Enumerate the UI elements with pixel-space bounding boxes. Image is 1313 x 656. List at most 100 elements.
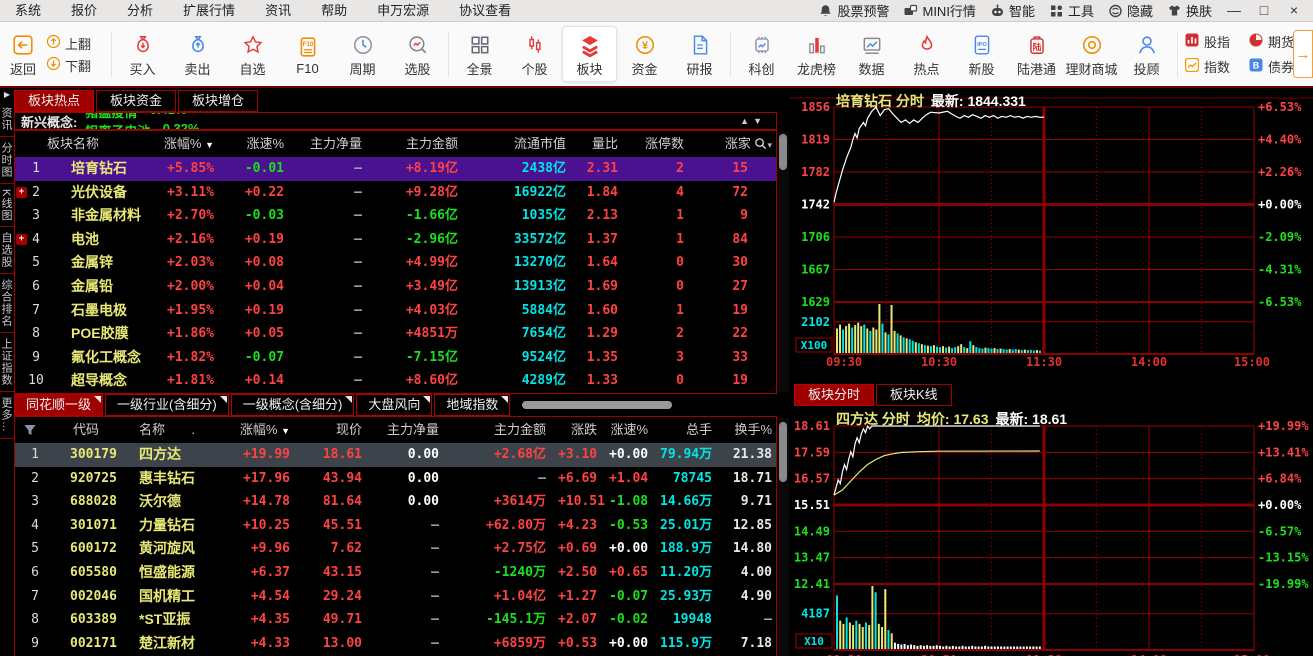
column-header-涨速%[interactable]: 涨速% [226,131,296,157]
expand-icon[interactable]: + [16,187,27,198]
menu-item-0[interactable]: 系统 [0,0,56,21]
toolbar-F10-button[interactable]: F10F10 [280,26,335,82]
column-header-主力金额[interactable]: 主力金额 [374,131,470,157]
toolbar-理财商城-button[interactable]: 理财商城 [1064,26,1119,82]
ticker-item-1[interactable]: 猪瘟疫情-0.41% [85,112,199,121]
expand-icon[interactable]: + [16,234,27,245]
table-row[interactable]: 6金属铅+2.00%+0.04–+3.49亿13913亿1.69027 [15,275,776,299]
menu-item-6[interactable]: 申万宏源 [362,0,444,21]
column-header-2[interactable]: 名称 . [119,417,207,443]
tab-同花顺一级[interactable]: 同花顺一级 [14,394,103,416]
column-header-量比[interactable]: 量比 [578,131,630,157]
tab-板块资金[interactable]: 板块资金 [96,90,176,112]
table-row[interactable]: 1培育钻石+5.85%-0.01–+8.19亿2438亿2.31215 [15,157,776,181]
sidebar-item-5[interactable]: 上证指数 [0,333,14,392]
menu-item-4[interactable]: 资讯 [250,0,306,21]
toolbar-研报-button[interactable]: 研报 [672,26,727,82]
column-header-流通市值[interactable]: 流通市值 [470,131,578,157]
sidebar-item-4[interactable]: 综合排名 [0,274,14,333]
menubar-robot-button[interactable]: 智能 [983,1,1042,20]
tab-板块热点[interactable]: 板块热点 [14,90,94,112]
menubar-skin-button[interactable]: 换肤 [1160,1,1219,20]
toolbar-全景-button[interactable]: 全景 [452,26,507,82]
minimize-button[interactable]: — [1219,0,1249,21]
table-row[interactable]: 3非金属材料+2.70%-0.03–-1.66亿1035亿2.1319 [15,204,776,228]
menubar-bell-button[interactable]: 股票预警 [811,1,896,20]
ticker-arrows[interactable]: ▲▼ [740,116,776,126]
menu-item-1[interactable]: 报价 [56,0,112,21]
table-row[interactable]: 8603389*ST亚振+4.3549.71–-145.1万+2.07-0.02… [15,608,776,632]
table-row[interactable]: 8POE胶膜+1.86%+0.05–+4851万7654亿1.29222 [15,322,776,346]
column-header-主力净量[interactable]: 主力净量 [296,131,374,157]
column-header-5[interactable]: 主力净量 [374,417,451,443]
toolbar-资金-button[interactable]: ¥资金 [617,26,672,82]
column-header-6[interactable]: 主力金额 [451,417,558,443]
table-row[interactable]: 2920725惠丰钻石+17.9643.940.00–+6.69+1.04787… [15,467,776,491]
column-header-3[interactable]: 涨幅% ▼ [207,417,302,443]
toolbar-卖出-button[interactable]: 卖出 [170,26,225,82]
column-header-10[interactable]: 换手% [724,417,777,443]
back-button[interactable]: 返回 [0,26,46,82]
tab-地域指数[interactable]: 地域指数 [434,394,510,416]
menubar-apps-button[interactable]: 工具 [1042,1,1101,20]
sidebar-item-0[interactable]: 资讯 [0,102,14,137]
stock-scrollbar-thumb[interactable] [779,422,787,482]
toolbar-expand-arrow-icon[interactable]: → [1293,30,1313,78]
column-header-8[interactable]: 涨速% [609,417,660,443]
column-header-9[interactable]: 总手 [660,417,724,443]
tab-板块K线[interactable]: 板块K线 [876,384,952,406]
toolbar-数据-button[interactable]: 数据 [844,26,899,82]
toolbar-科创-button[interactable]: 科创 [734,26,789,82]
table-row[interactable]: +4电池+2.16%+0.19–-2.96亿33572亿1.37184 [15,228,776,252]
table-row[interactable]: 5金属锌+2.03%+0.08–+4.99亿13270亿1.64030 [15,251,776,275]
sidebar-collapse-icon[interactable]: ▶ [0,88,14,102]
toolbar-陆港通-button[interactable]: 陆陆港通 [1009,26,1064,82]
tab-一级行业(含细分)[interactable]: 一级行业(含细分) [105,394,229,416]
toolbar-个股-button[interactable]: 个股 [507,26,562,82]
mid-tabs-hscrollbar[interactable] [522,401,672,409]
menu-item-3[interactable]: 扩展行情 [168,0,250,21]
column-header-1[interactable]: 代码 [55,417,119,443]
toolbar-龙虎榜-button[interactable]: 龙虎榜 [789,26,844,82]
menu-item-2[interactable]: 分析 [112,0,168,21]
column-menu-caret-icon[interactable]: ▾ [767,140,772,150]
sector-scrollbar[interactable] [777,132,789,392]
toolbar-投顾-button[interactable]: 投顾 [1119,26,1174,82]
column-header-涨停数[interactable]: 涨停数 [630,131,696,157]
table-row[interactable]: 7石墨电极+1.95%+0.19–+4.03亿5884亿1.60119 [15,299,776,323]
toolbar-买入-button[interactable]: 买入 [115,26,170,82]
toolbar-热点-button[interactable]: 热点 [899,26,954,82]
sidebar-item-2[interactable]: K线图 [0,184,14,227]
table-row[interactable]: 1300179四方达+19.9918.610.00+2.68亿+3.10+0.0… [15,443,776,467]
column-header-4[interactable]: 现价 [302,417,374,443]
table-row[interactable]: 3688028沃尔德+14.7881.640.00+3614万+10.51-1.… [15,490,776,514]
close-button[interactable]: × [1279,0,1309,21]
page-down-button[interactable]: 下翻 [46,56,108,75]
column-header-涨幅%[interactable]: 涨幅% ▼ [157,131,226,157]
table-row[interactable]: 10超导概念+1.81%+0.14–+8.60亿4289亿1.33019 [15,369,776,393]
sidebar-item-6[interactable]: 更多… [0,392,14,439]
magnifier-icon[interactable] [754,138,767,153]
maximize-button[interactable]: □ [1249,0,1279,21]
column-header-7[interactable]: 涨跌 [558,417,609,443]
market-指数-button[interactable]: 指数 [1185,57,1249,76]
toolbar-选股-button[interactable]: 选股 [390,26,445,82]
tab-板块增仓[interactable]: 板块增仓 [178,90,258,112]
sidebar-item-3[interactable]: 自选股 [0,227,14,274]
column-header-板块名称[interactable]: 板块名称 [15,131,157,157]
table-row[interactable]: 9氟化工概念+1.82%-0.07–-7.15亿9524亿1.35333 [15,346,776,370]
market-股指-button[interactable]: 股指 [1185,32,1249,51]
table-row[interactable]: 6605580恒盛能源+6.3743.15–-1240万+2.50+0.6511… [15,561,776,585]
menubar-hide-button[interactable]: 隐藏 [1101,1,1160,20]
tab-大盘风向[interactable]: 大盘风向 [356,394,432,416]
table-row[interactable]: 5600172黄河旋风+9.967.62–+2.75亿+0.69+0.00188… [15,537,776,561]
ticker-item-2[interactable]: 铝离子电池-0.32% [85,121,199,130]
toolbar-自选-button[interactable]: 自选 [225,26,280,82]
toolbar-板块-button[interactable]: 板块 [562,26,617,82]
tab-一级概念(含细分)[interactable]: 一级概念(含细分) [231,394,355,416]
menu-item-5[interactable]: 帮助 [306,0,362,21]
table-row[interactable]: 9002171楚江新材+4.3313.00–+6859万+0.53+0.0011… [15,632,776,656]
column-header-涨家[interactable]: 涨家 ▾ [696,131,777,157]
table-row[interactable]: +2光伏设备+3.11%+0.22–+9.28亿16922亿1.84472 [15,181,776,205]
menu-item-7[interactable]: 协议查看 [444,0,526,21]
